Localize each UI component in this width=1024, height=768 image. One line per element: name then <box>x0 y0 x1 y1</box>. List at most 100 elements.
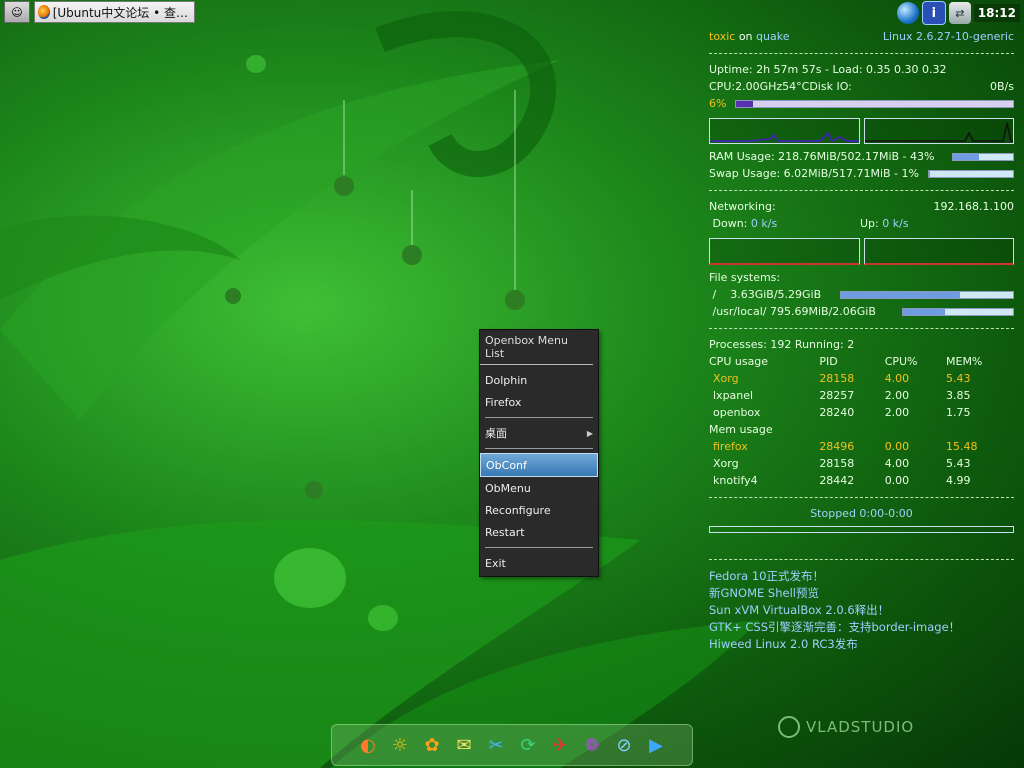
table-row: lxpanel 28257 2.00 3.85 <box>709 387 1014 404</box>
show-desktop-button[interactable]: ☺ <box>4 1 30 23</box>
proc-mem: 5.43 <box>946 372 971 385</box>
news-list: Fedora 10正式发布！ 新GNOME Shell预览 Sun xVM Vi… <box>709 568 1014 653</box>
network-icon-glyph: ⇄ <box>955 6 965 20</box>
proc-name: Xorg <box>713 372 739 385</box>
proc-mem: 1.75 <box>946 406 971 419</box>
desktop-icon: ☺ <box>11 5 23 19</box>
cpu-bar <box>735 99 1014 108</box>
table-row: Xorg 28158 4.00 5.43 <box>709 370 1014 387</box>
cpu-graph <box>709 118 860 144</box>
fs-usrlocal-usage: 795.69MiB/2.06GiB <box>769 305 876 318</box>
menu-item-obconf[interactable]: ObConf <box>480 453 598 477</box>
download-graph <box>709 238 860 265</box>
swap-bar <box>928 170 1014 178</box>
proc-mem: 4.99 <box>946 474 971 487</box>
info-icon-label: i <box>931 5 937 21</box>
cpu-usage-title: CPU usage <box>709 355 769 368</box>
process-table: CPU usage PID CPU% MEM% Xorg 28158 4.00 5.4… <box>709 353 1014 489</box>
dock-weather-icon[interactable]: ☼ <box>386 731 414 759</box>
ram-bar-fill <box>953 154 979 160</box>
openbox-menu: Openbox Menu List Dolphin Firefox 桌面 ▶ Ob… <box>479 329 599 577</box>
news-item[interactable]: Sun xVM VirtualBox 2.0.6释出！ <box>709 602 1014 619</box>
username: toxic <box>709 30 736 43</box>
menu-separator <box>485 547 593 548</box>
network-icon[interactable]: ⇄ <box>948 2 971 24</box>
taskbar-window-firefox[interactable]: [Ubuntu中文论坛 • 查… <box>34 1 195 23</box>
dock-media-player-icon[interactable]: ▶ <box>642 731 670 759</box>
menu-item-label: ObMenu <box>485 481 531 495</box>
globe-icon[interactable] <box>896 2 919 24</box>
user-host: toxic on quake <box>709 28 789 45</box>
dock-pdf-icon[interactable]: ✈ <box>546 731 574 759</box>
filesystems-line: File systems: <box>709 269 1014 286</box>
proc-cpu: 2.00 <box>884 406 910 419</box>
cpu-bar-row: 6% <box>709 95 1014 112</box>
hostname: quake <box>756 30 790 43</box>
fs-usrlocal-mount: /usr/local/ <box>712 305 767 318</box>
menu-item-label: Exit <box>485 556 506 570</box>
divider <box>709 53 1014 54</box>
fs-usrlocal-bar-fill <box>903 309 945 315</box>
menu-item-label: 桌面 <box>485 427 507 440</box>
cpu-bar-fill <box>736 100 753 107</box>
dock: ◐ ☼ ✿ ✉ ✂ ⟳ ✈ ❁ ⊘ ▶ <box>331 724 693 766</box>
news-item[interactable]: Fedora 10正式发布！ <box>709 568 1014 585</box>
divider <box>709 328 1014 329</box>
dock-files-icon[interactable]: ✂ <box>482 731 510 759</box>
processes-text: Processes: 192 Running: 2 <box>709 338 855 351</box>
info-icon[interactable]: i <box>921 1 946 25</box>
player-progress-bar <box>709 526 1014 533</box>
cpu-percent-header: CPU% <box>884 355 918 368</box>
network-graphs <box>709 238 1014 265</box>
proc-name: lxpanel <box>713 389 754 402</box>
submenu-arrow-icon: ▶ <box>586 428 593 438</box>
dock-sync-icon[interactable]: ⟳ <box>514 731 542 759</box>
ip-address: 192.168.1.100 <box>933 200 1014 213</box>
news-item[interactable]: 新GNOME Shell预览 <box>709 585 1014 602</box>
menu-item-obmenu[interactable]: ObMenu <box>480 477 598 499</box>
proc-cpu: 4.00 <box>884 372 910 385</box>
pid-header: PID <box>819 355 838 368</box>
menu-item-firefox[interactable]: Firefox <box>480 391 598 413</box>
dock-tools-icon[interactable]: ⊘ <box>610 731 638 759</box>
mem-usage-title: Mem usage <box>709 423 773 436</box>
cpu-disk-graphs <box>709 118 1014 144</box>
wallpaper-brand: VLADSTUDIO <box>778 716 914 738</box>
firefox-icon <box>38 5 50 19</box>
menu-item-label: Dolphin <box>485 373 528 387</box>
cpu-usage-header: CPU usage PID CPU% MEM% <box>709 353 1014 370</box>
dock-mail-icon[interactable]: ✉ <box>450 731 478 759</box>
menu-item-dolphin[interactable]: Dolphin <box>480 369 598 391</box>
proc-cpu: 2.00 <box>884 389 910 402</box>
news-item[interactable]: Hiweed Linux 2.0 RC3发布 <box>709 636 1014 653</box>
disk-io-value: 0B/s <box>990 80 1014 93</box>
menu-item-restart[interactable]: Restart <box>480 521 598 543</box>
uptime-line: Uptime: 2h 57m 57s - Load: 0.35 0.30 0.3… <box>709 61 1014 78</box>
menu-item-label: Restart <box>485 525 525 539</box>
divider <box>709 497 1014 498</box>
fs-usrlocal-text: /usr/local/ 795.69MiB/2.06GiB <box>709 303 876 320</box>
proc-name: firefox <box>713 440 748 453</box>
disk-io-label: Disk IO: <box>809 80 852 93</box>
news-item[interactable]: GTK+ CSS引擎逐渐完善：支持border-image！ <box>709 619 1014 636</box>
menu-item-label: Reconfigure <box>485 503 551 517</box>
filesystems-label: File systems: <box>709 271 781 284</box>
menu-item-label: Firefox <box>485 395 522 409</box>
menu-item-exit[interactable]: Exit <box>480 552 598 574</box>
menu-item-desktop[interactable]: 桌面 ▶ <box>480 422 598 444</box>
dock-settings-icon[interactable]: ❁ <box>578 731 606 759</box>
up-label: Up: <box>860 217 879 230</box>
networking-label: Networking: <box>709 200 776 213</box>
dock-flower-icon[interactable]: ✿ <box>418 731 446 759</box>
ram-bar <box>952 153 1014 161</box>
divider <box>709 190 1014 191</box>
table-row: firefox 28496 0.00 15.48 <box>709 438 1014 455</box>
taskbar: ☺ [Ubuntu中文论坛 • 查… <box>0 0 195 24</box>
menu-item-reconfigure[interactable]: Reconfigure <box>480 499 598 521</box>
proc-name: openbox <box>713 406 761 419</box>
clock[interactable]: 18:12 <box>973 4 1020 22</box>
proc-name: Xorg <box>713 457 739 470</box>
table-row: knotify4 28442 0.00 4.99 <box>709 472 1014 489</box>
on-label: on <box>738 30 753 43</box>
dock-browser-icon[interactable]: ◐ <box>354 731 382 759</box>
